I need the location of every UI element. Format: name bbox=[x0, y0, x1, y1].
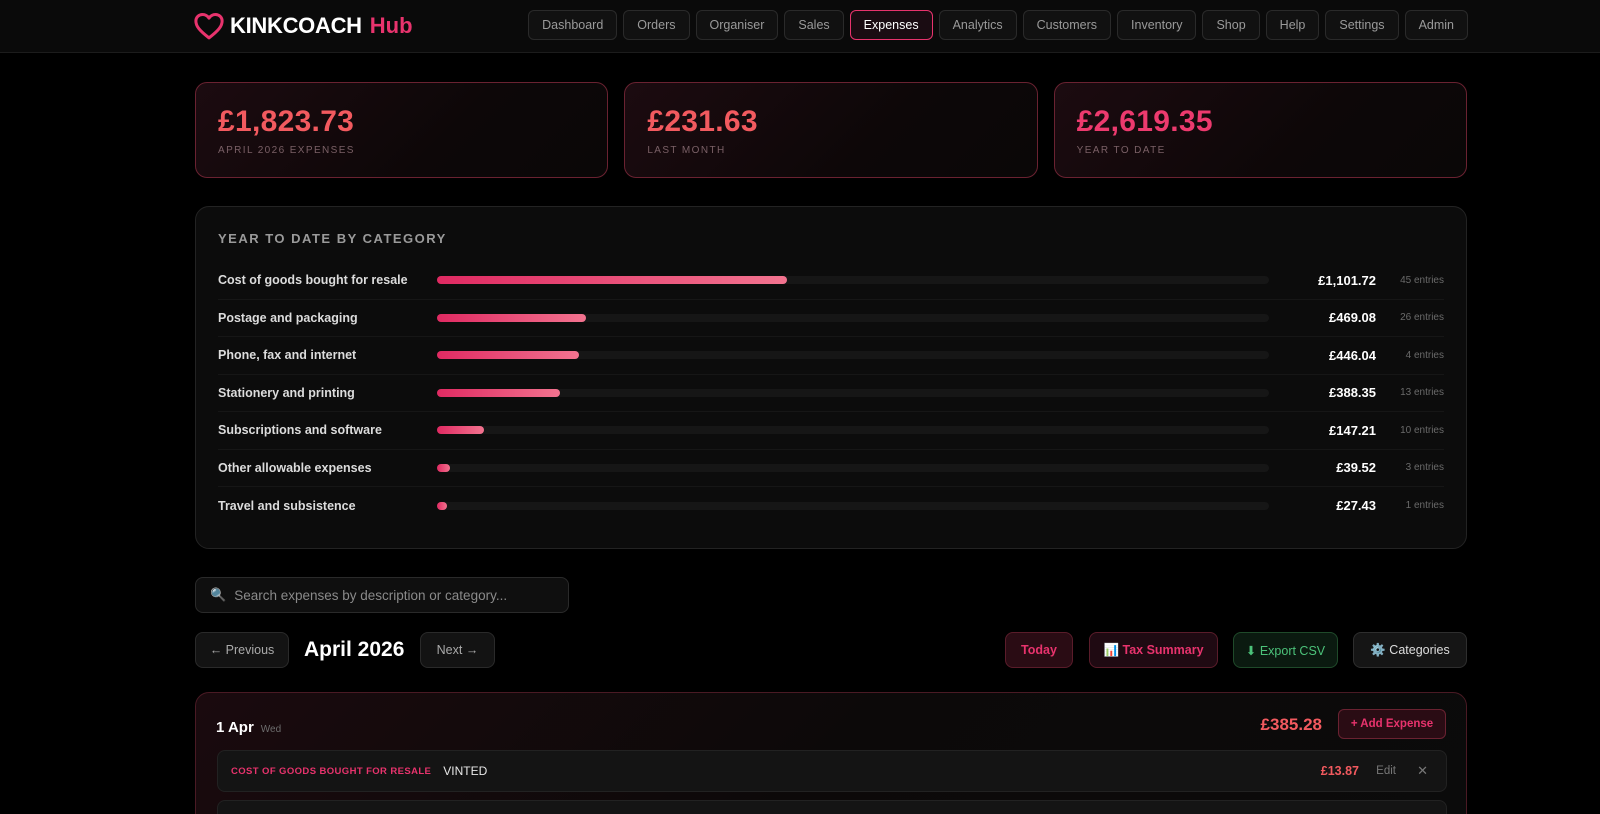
nav-expenses[interactable]: Expenses bbox=[849, 10, 933, 40]
category-bar-track bbox=[437, 426, 1269, 435]
brand-logo[interactable]: KINKCOACH Hub bbox=[194, 11, 413, 41]
category-bar bbox=[437, 313, 586, 322]
category-name: Other allowable expenses bbox=[218, 460, 372, 475]
category-name: Stationery and printing bbox=[218, 385, 355, 400]
main-nav: Dashboard Orders Organiser Sales Expense… bbox=[528, 10, 1468, 40]
category-bar-track bbox=[437, 501, 1269, 510]
next-month-button[interactable]: Next → bbox=[420, 632, 495, 668]
heart-icon bbox=[194, 13, 224, 40]
search-icon: 🔍 bbox=[210, 587, 227, 602]
nav-dashboard[interactable]: Dashboard bbox=[528, 10, 618, 40]
category-row: Stationery and printing £388.35 13 entri… bbox=[218, 375, 1444, 412]
category-name: Subscriptions and software bbox=[218, 423, 382, 438]
category-bar bbox=[437, 463, 450, 472]
category-amount: £388.35 bbox=[1329, 385, 1376, 401]
category-count: 1 entries bbox=[1405, 500, 1444, 512]
stat-cards: £1,823.73 April 2026 Expenses £231.63 La… bbox=[195, 82, 1467, 178]
nav-admin[interactable]: Admin bbox=[1404, 10, 1468, 40]
category-panel: YEAR TO DATE BY CATEGORY Cost of goods b… bbox=[195, 206, 1467, 549]
nav-orders[interactable]: Orders bbox=[623, 10, 690, 40]
category-name: Phone, fax and internet bbox=[218, 348, 357, 363]
category-bar bbox=[437, 426, 484, 435]
search-input[interactable] bbox=[234, 587, 555, 603]
tax-summary-button[interactable]: 📊 Tax Summary bbox=[1089, 632, 1218, 668]
category-count: 3 entries bbox=[1405, 462, 1444, 474]
category-name: Cost of goods bought for resale bbox=[218, 273, 408, 288]
top-bar: KINKCOACH Hub Dashboard Orders Organiser… bbox=[0, 0, 1600, 53]
category-row: Other allowable expenses £39.52 3 entrie… bbox=[218, 450, 1444, 487]
brand-suffix: Hub bbox=[369, 13, 413, 38]
category-count: 26 entries bbox=[1400, 312, 1444, 324]
edit-expense-button[interactable]: Edit bbox=[1376, 765, 1396, 777]
category-bar bbox=[437, 501, 447, 510]
nav-shop[interactable]: Shop bbox=[1202, 10, 1260, 40]
export-csv-button[interactable]: ⬇ Export CSV bbox=[1233, 632, 1338, 668]
category-amount: £27.43 bbox=[1336, 498, 1376, 514]
expense-category: Cost of goods bought for resale bbox=[231, 765, 432, 777]
category-amount: £446.04 bbox=[1329, 347, 1376, 363]
category-row: Travel and subsistence £27.43 1 entries bbox=[218, 487, 1444, 525]
today-button[interactable]: Today bbox=[1005, 632, 1073, 668]
category-row: Subscriptions and software £147.21 10 en… bbox=[218, 412, 1444, 450]
category-panel-title: YEAR TO DATE BY CATEGORY bbox=[218, 231, 447, 246]
category-amount: £1,101.72 bbox=[1318, 272, 1376, 288]
stat-card-last-month: £231.63 Last Month bbox=[624, 82, 1038, 178]
category-count: 45 entries bbox=[1400, 274, 1444, 286]
nav-customers[interactable]: Customers bbox=[1022, 10, 1112, 40]
stat-value: £2,619.35 bbox=[1076, 105, 1213, 138]
stat-label: Last Month bbox=[647, 145, 726, 156]
category-amount: £39.52 bbox=[1336, 460, 1376, 476]
stat-card-month: £1,823.73 April 2026 Expenses bbox=[195, 82, 609, 178]
stat-value: £231.63 bbox=[647, 105, 758, 138]
nav-settings[interactable]: Settings bbox=[1325, 10, 1399, 40]
delete-expense-icon[interactable]: ✕ bbox=[1417, 763, 1428, 779]
add-expense-button[interactable]: + Add Expense bbox=[1338, 709, 1446, 739]
category-count: 13 entries bbox=[1400, 387, 1444, 399]
expense-row[interactable] bbox=[217, 800, 1447, 814]
stat-label: April 2026 Expenses bbox=[218, 145, 355, 156]
category-name: Postage and packaging bbox=[218, 310, 358, 325]
month-title: April 2026 bbox=[304, 638, 405, 661]
day-date: 1 Apr Wed bbox=[216, 719, 281, 736]
category-bar-track bbox=[437, 351, 1269, 360]
category-bar-track bbox=[437, 276, 1269, 285]
month-bar: ← Previous April 2026 Next → Today 📊 Tax… bbox=[195, 632, 1467, 668]
stat-card-ytd: £2,619.35 Year to Date bbox=[1053, 82, 1467, 178]
nav-organiser[interactable]: Organiser bbox=[695, 10, 779, 40]
previous-month-button[interactable]: ← Previous bbox=[195, 632, 289, 668]
expense-row[interactable]: Cost of goods bought for resale VINTED £… bbox=[217, 750, 1447, 792]
category-count: 10 entries bbox=[1400, 424, 1444, 436]
nav-sales[interactable]: Sales bbox=[784, 10, 844, 40]
category-count: 4 entries bbox=[1405, 349, 1444, 361]
stat-value: £1,823.73 bbox=[218, 105, 355, 138]
expense-description: VINTED bbox=[443, 764, 488, 778]
category-amount: £147.21 bbox=[1329, 422, 1376, 438]
categories-button[interactable]: ⚙️ Categories bbox=[1353, 632, 1467, 668]
category-bar-track bbox=[437, 388, 1269, 397]
search-box: 🔍 bbox=[195, 577, 569, 613]
category-row: Phone, fax and internet £446.04 4 entrie… bbox=[218, 337, 1444, 375]
brand-name: KINKCOACH bbox=[230, 13, 362, 38]
day-card: 1 Apr Wed £385.28 + Add Expense Cost of g… bbox=[195, 692, 1467, 814]
category-amount: £469.08 bbox=[1329, 310, 1376, 326]
nav-help[interactable]: Help bbox=[1265, 10, 1320, 40]
stat-label: Year to Date bbox=[1076, 145, 1166, 156]
day-total: £385.28 bbox=[1260, 715, 1322, 734]
category-bar-track bbox=[437, 463, 1269, 472]
category-bar bbox=[437, 388, 561, 397]
category-list: Cost of goods bought for resale £1,101.7… bbox=[218, 262, 1444, 525]
category-row: Cost of goods bought for resale £1,101.7… bbox=[218, 262, 1444, 300]
category-bar-track bbox=[437, 313, 1269, 322]
nav-analytics[interactable]: Analytics bbox=[938, 10, 1017, 40]
category-row: Postage and packaging £469.08 26 entries bbox=[218, 300, 1444, 337]
day-weekday: Wed bbox=[260, 724, 282, 735]
expense-amount: £13.87 bbox=[1320, 764, 1359, 778]
category-bar bbox=[437, 351, 579, 360]
nav-inventory[interactable]: Inventory bbox=[1117, 10, 1197, 40]
category-name: Travel and subsistence bbox=[218, 498, 356, 513]
category-bar bbox=[437, 276, 787, 285]
day-date-label: 1 Apr bbox=[216, 719, 254, 736]
